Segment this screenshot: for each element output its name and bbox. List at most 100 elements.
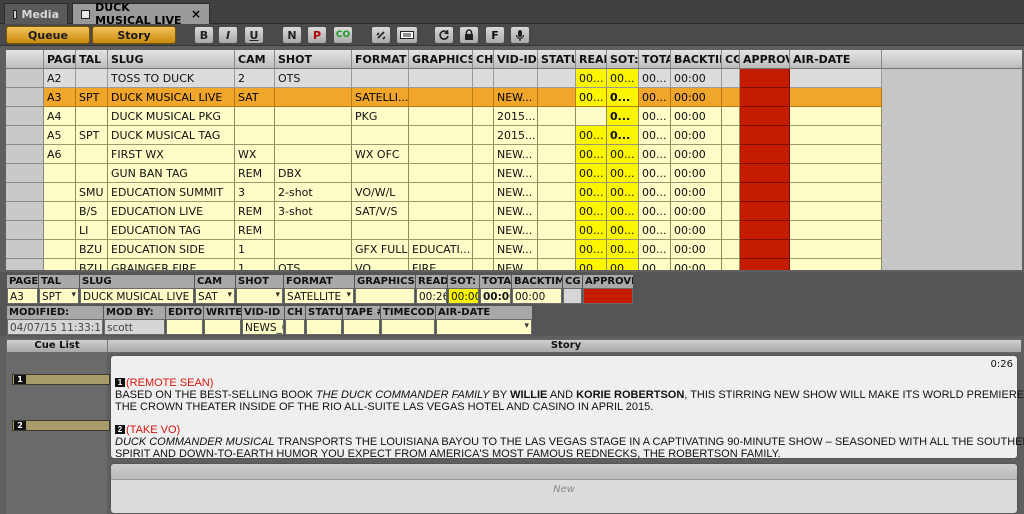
cell-backtime[interactable]: 00:00 [671, 88, 722, 107]
cell-vid-id[interactable]: NEW... [494, 183, 538, 202]
cell-cg[interactable] [722, 164, 740, 183]
col-header-format[interactable]: FORMAT [352, 50, 409, 69]
col-header-select[interactable] [6, 50, 44, 69]
status-field[interactable] [306, 319, 342, 335]
cell-status[interactable] [538, 107, 576, 126]
queue-button[interactable]: Queue [6, 26, 90, 44]
cell-slug[interactable]: DUCK MUSICAL LIVE [108, 88, 235, 107]
col-header-approve[interactable]: APPROVE [740, 50, 790, 69]
cell-status[interactable] [538, 88, 576, 107]
cell-format[interactable]: PKG [352, 107, 409, 126]
cell-sot[interactable]: 00... [607, 145, 639, 164]
cell-cg[interactable] [722, 126, 740, 145]
cell-cam[interactable]: 1 [235, 259, 275, 270]
cell-format[interactable]: SAT/V/S [352, 202, 409, 221]
cell-total[interactable]: 00... [639, 69, 671, 88]
cell-air-date[interactable] [790, 126, 882, 145]
cell-tal[interactable]: SMU [76, 183, 108, 202]
cell-total[interactable]: 00... [639, 88, 671, 107]
col-header-status[interactable]: STATUS [538, 50, 576, 69]
cell-cam[interactable]: 2 [235, 69, 275, 88]
cell-total[interactable]: 00... [639, 240, 671, 259]
cell-tal[interactable] [76, 107, 108, 126]
cell-cg[interactable] [722, 107, 740, 126]
story-cue-line[interactable]: 2 (TAKE VO) [115, 424, 180, 436]
cell-graphics[interactable] [409, 202, 473, 221]
cg-field[interactable] [563, 288, 582, 304]
cell-shot[interactable] [275, 107, 352, 126]
cell-status[interactable] [538, 69, 576, 88]
story-paragraph-line[interactable]: THE CROWN THEATER INSIDE OF THE RIO ALL-… [115, 401, 653, 413]
cell-total[interactable]: 00... [639, 164, 671, 183]
cell-format[interactable]: GFX FULL [352, 240, 409, 259]
story-paragraph-line[interactable]: BASED ON THE BEST-SELLING BOOK THE DUCK … [115, 389, 1024, 401]
cell-ch[interactable] [473, 240, 494, 259]
writer-field[interactable] [204, 319, 241, 335]
cell-page[interactable] [44, 202, 76, 221]
cell-total[interactable]: 00... [639, 145, 671, 164]
row-select-cell[interactable] [6, 126, 44, 145]
cell-read[interactable]: 00... [576, 183, 607, 202]
approve-cell[interactable] [740, 202, 790, 221]
cell-cam[interactable]: REM [235, 202, 275, 221]
cell-backtime[interactable]: 00:00 [671, 164, 722, 183]
col-header-graphics[interactable]: GRAPHICS [409, 50, 473, 69]
cell-total[interactable]: 00... [639, 259, 671, 270]
row-select-cell[interactable] [6, 240, 44, 259]
cell-ch[interactable] [473, 107, 494, 126]
cell-page[interactable] [44, 240, 76, 259]
cell-format[interactable]: SATELLI... [352, 88, 409, 107]
cell-cg[interactable] [722, 69, 740, 88]
table-row[interactable]: B/S EDUCATION LIVE REM 3-shot SAT/V/S NEW... 0… [6, 202, 882, 221]
cell-total[interactable]: 00... [639, 107, 671, 126]
story-cue-line[interactable]: 1 (REMOTE SEAN) [115, 377, 213, 389]
cell-sot[interactable]: 00... [607, 240, 639, 259]
cell-slug[interactable]: EDUCATION SUMMIT [108, 183, 235, 202]
cell-format[interactable]: VO [352, 259, 409, 270]
cell-tal[interactable] [76, 69, 108, 88]
cell-total[interactable]: 00... [639, 221, 671, 240]
table-row[interactable]: GUN BAN TAG REM DBX NEW... 00... 00... 00... 00… [6, 164, 882, 183]
cell-air-date[interactable] [790, 240, 882, 259]
cell-vid-id[interactable]: 2015... [494, 107, 538, 126]
cell-status[interactable] [538, 126, 576, 145]
cell-format[interactable] [352, 126, 409, 145]
cell-sot[interactable]: 00... [607, 221, 639, 240]
cell-shot[interactable] [275, 240, 352, 259]
cell-tal[interactable]: BZU [76, 259, 108, 270]
cell-cg[interactable] [722, 221, 740, 240]
cell-air-date[interactable] [790, 202, 882, 221]
shot-select[interactable] [236, 288, 283, 304]
col-header-sot[interactable]: SOT: [607, 50, 639, 69]
cell-slug[interactable]: GRAINGER FIRE [108, 259, 235, 270]
f-button[interactable]: F [485, 26, 505, 44]
cell-page[interactable]: A5 [44, 126, 76, 145]
cell-status[interactable] [538, 240, 576, 259]
cell-vid-id[interactable]: 2015... [494, 126, 538, 145]
cell-vid-id[interactable]: NEW... [494, 202, 538, 221]
cell-graphics[interactable]: FIRE [409, 259, 473, 270]
cell-page[interactable] [44, 183, 76, 202]
cell-read[interactable]: 00... [576, 145, 607, 164]
cell-backtime[interactable]: 00:00 [671, 259, 722, 270]
cell-slug[interactable]: EDUCATION LIVE [108, 202, 235, 221]
col-header-cam[interactable]: CAM [235, 50, 275, 69]
vid-id-field[interactable]: NEWS_0 [242, 319, 284, 335]
new-story-panel[interactable]: New [110, 463, 1018, 514]
cell-air-date[interactable] [790, 221, 882, 240]
cell-cam[interactable] [235, 126, 275, 145]
cell-graphics[interactable] [409, 164, 473, 183]
page-field[interactable]: A3 [7, 288, 38, 304]
cell-total[interactable]: 00... [639, 126, 671, 145]
cell-slug[interactable]: EDUCATION TAG [108, 221, 235, 240]
cell-format[interactable]: VO/W/L [352, 183, 409, 202]
cell-slug[interactable]: DUCK MUSICAL PKG [108, 107, 235, 126]
cell-sot[interactable]: 00... [607, 69, 639, 88]
cell-backtime[interactable]: 00:00 [671, 145, 722, 164]
cell-status[interactable] [538, 145, 576, 164]
story-paragraph-line[interactable]: SPIRIT AND DOWN-TO-EARTH HUMOR YOU EXPEC… [115, 448, 781, 460]
cell-air-date[interactable] [790, 183, 882, 202]
cell-air-date[interactable] [790, 107, 882, 126]
cell-vid-id[interactable]: NEW... [494, 259, 538, 270]
cell-slug[interactable]: DUCK MUSICAL TAG [108, 126, 235, 145]
